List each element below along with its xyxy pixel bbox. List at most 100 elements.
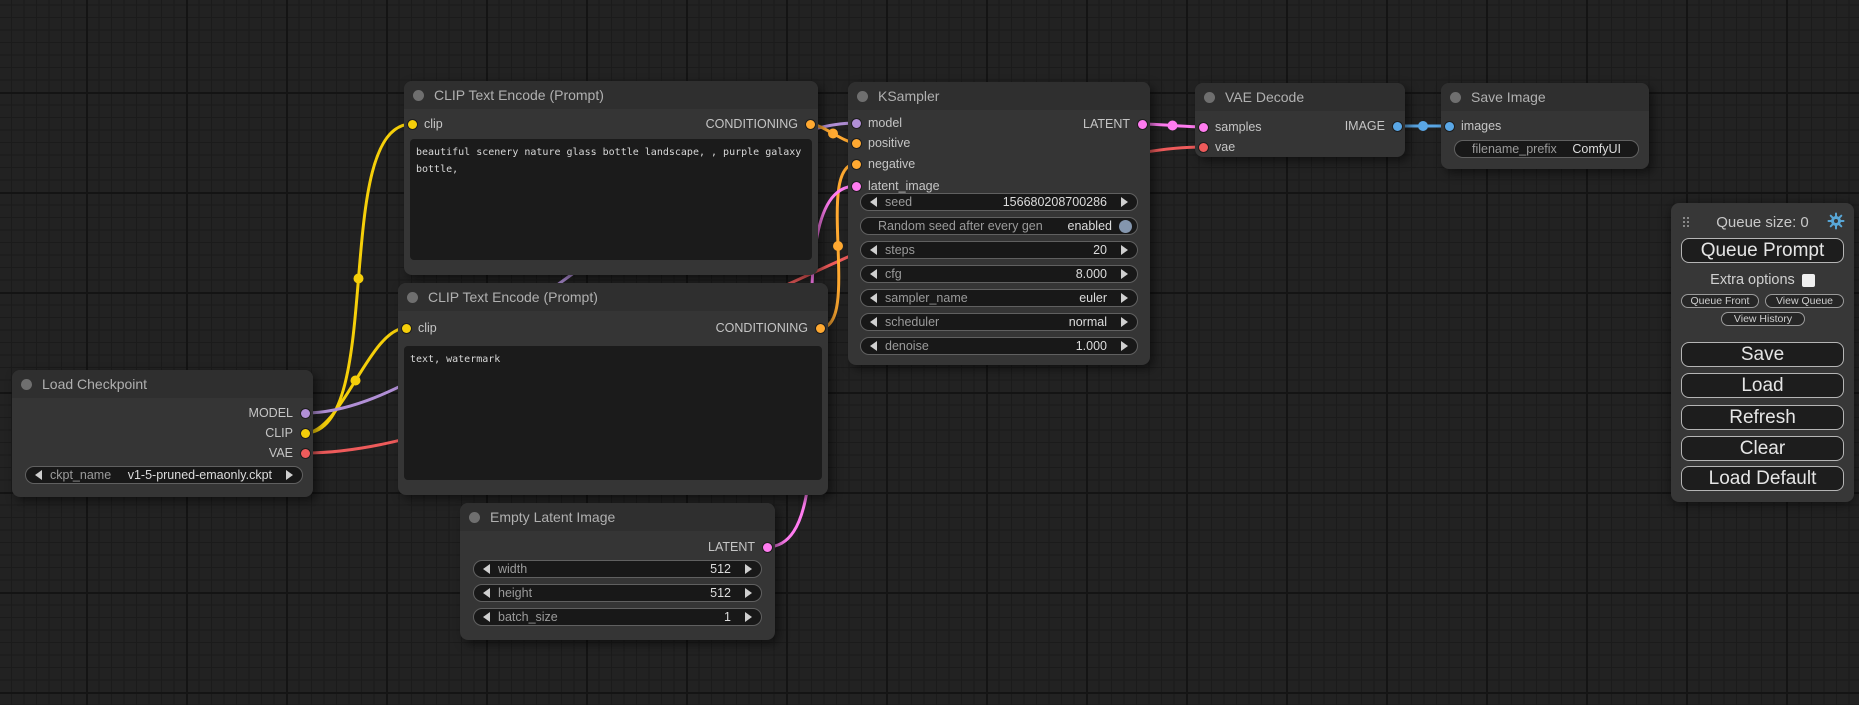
- collapse-dot-icon[interactable]: [857, 91, 868, 102]
- widget-label: height: [498, 586, 532, 600]
- output-slot-image[interactable]: [1393, 122, 1402, 131]
- collapse-dot-icon[interactable]: [21, 379, 32, 390]
- widget-scheduler[interactable]: scheduler normal: [860, 313, 1138, 331]
- decrement-arrow-icon[interactable]: [870, 293, 877, 303]
- link-midpoint-dot: [351, 376, 361, 386]
- widget-ckpt-name[interactable]: ckpt_name v1-5-pruned-emaonly.ckpt: [25, 466, 303, 484]
- output-slot-conditioning[interactable]: [816, 324, 825, 333]
- widget-batch-size[interactable]: batch_size 1: [473, 608, 762, 626]
- node-titlebar[interactable]: CLIP Text Encode (Prompt): [398, 283, 828, 311]
- output-slot-vae[interactable]: [301, 449, 310, 458]
- collapse-dot-icon[interactable]: [1450, 92, 1461, 103]
- node-clip-text-encode-1[interactable]: CLIP Text Encode (Prompt) clip CONDITION…: [404, 81, 818, 275]
- increment-arrow-icon[interactable]: [1121, 317, 1128, 327]
- input-slot-clip[interactable]: [408, 120, 417, 129]
- input-slot-negative[interactable]: [852, 160, 861, 169]
- increment-arrow-icon[interactable]: [1121, 245, 1128, 255]
- output-slot-latent[interactable]: [1138, 120, 1147, 129]
- increment-arrow-icon[interactable]: [1121, 197, 1128, 207]
- increment-arrow-icon[interactable]: [745, 564, 752, 574]
- graph-canvas[interactable]: Load Checkpoint MODEL CLIP VAE ckpt_name…: [0, 0, 1859, 705]
- output-label-conditioning: CONDITIONING: [716, 321, 808, 335]
- decrement-arrow-icon[interactable]: [35, 470, 42, 480]
- gear-icon[interactable]: [1827, 212, 1845, 230]
- widget-label: seed: [885, 195, 912, 209]
- collapse-dot-icon[interactable]: [407, 292, 418, 303]
- extra-options-checkbox[interactable]: [1802, 274, 1815, 287]
- input-label-latent-image: latent_image: [868, 179, 940, 193]
- widget-denoise[interactable]: denoise 1.000: [860, 337, 1138, 355]
- input-slot-images[interactable]: [1445, 122, 1454, 131]
- decrement-arrow-icon[interactable]: [483, 588, 490, 598]
- output-slot-model[interactable]: [301, 409, 310, 418]
- load-default-button[interactable]: Load Default: [1681, 466, 1844, 491]
- view-history-button[interactable]: View History: [1721, 312, 1805, 326]
- widget-cfg[interactable]: cfg 8.000: [860, 265, 1138, 283]
- decrement-arrow-icon[interactable]: [870, 317, 877, 327]
- increment-arrow-icon[interactable]: [745, 612, 752, 622]
- save-button[interactable]: Save: [1681, 342, 1844, 367]
- input-label-vae: vae: [1215, 140, 1235, 154]
- node-titlebar[interactable]: CLIP Text Encode (Prompt): [404, 81, 818, 109]
- queue-front-button[interactable]: Queue Front: [1681, 294, 1759, 308]
- widget-steps[interactable]: steps 20: [860, 241, 1138, 259]
- collapse-dot-icon[interactable]: [1204, 92, 1215, 103]
- node-empty-latent-image[interactable]: Empty Latent Image LATENT width 512 heig…: [460, 503, 775, 640]
- widget-sampler-name[interactable]: sampler_name euler: [860, 289, 1138, 307]
- prompt-textarea[interactable]: beautiful scenery nature glass bottle la…: [410, 139, 812, 260]
- node-save-image[interactable]: Save Image images filename_prefix ComfyU…: [1441, 83, 1649, 169]
- increment-arrow-icon[interactable]: [286, 470, 293, 480]
- increment-arrow-icon[interactable]: [1121, 269, 1128, 279]
- extra-options-label: Extra options: [1710, 272, 1795, 288]
- increment-arrow-icon[interactable]: [1121, 341, 1128, 351]
- node-titlebar[interactable]: Load Checkpoint: [12, 370, 313, 398]
- widget-label: scheduler: [885, 315, 939, 329]
- input-label-clip: clip: [424, 117, 443, 131]
- widget-label: batch_size: [498, 610, 558, 624]
- prompt-textarea[interactable]: text, watermark: [404, 346, 822, 480]
- view-queue-button[interactable]: View Queue: [1765, 294, 1844, 308]
- input-slot-latent-image[interactable]: [852, 182, 861, 191]
- node-titlebar[interactable]: Empty Latent Image: [460, 503, 775, 531]
- output-label-clip: CLIP: [265, 426, 293, 440]
- load-button[interactable]: Load: [1681, 373, 1844, 398]
- toggle-dot-icon[interactable]: [1119, 220, 1132, 233]
- increment-arrow-icon[interactable]: [745, 588, 752, 598]
- decrement-arrow-icon[interactable]: [870, 341, 877, 351]
- node-titlebar[interactable]: VAE Decode: [1195, 83, 1405, 111]
- queue-prompt-button[interactable]: Queue Prompt: [1681, 238, 1844, 263]
- node-titlebar[interactable]: Save Image: [1441, 83, 1649, 111]
- link-midpoint-dot: [354, 274, 364, 284]
- input-slot-model[interactable]: [852, 119, 861, 128]
- node-vae-decode[interactable]: VAE Decode samples IMAGE vae: [1195, 83, 1405, 157]
- input-slot-vae[interactable]: [1199, 143, 1208, 152]
- widget-height[interactable]: height 512: [473, 584, 762, 602]
- decrement-arrow-icon[interactable]: [870, 197, 877, 207]
- widget-width[interactable]: width 512: [473, 560, 762, 578]
- input-slot-positive[interactable]: [852, 139, 861, 148]
- widget-seed[interactable]: seed 156680208700286: [860, 193, 1138, 211]
- node-titlebar[interactable]: KSampler: [848, 82, 1150, 110]
- node-ksampler[interactable]: KSampler model LATENT positive negative …: [848, 82, 1150, 365]
- decrement-arrow-icon[interactable]: [870, 269, 877, 279]
- collapse-dot-icon[interactable]: [469, 512, 480, 523]
- node-clip-text-encode-2[interactable]: CLIP Text Encode (Prompt) clip CONDITION…: [398, 283, 828, 495]
- node-load-checkpoint[interactable]: Load Checkpoint MODEL CLIP VAE ckpt_name…: [12, 370, 313, 497]
- input-slot-clip[interactable]: [402, 324, 411, 333]
- widget-value: 156680208700286: [1003, 195, 1107, 209]
- node-title: CLIP Text Encode (Prompt): [434, 87, 604, 103]
- output-slot-clip[interactable]: [301, 429, 310, 438]
- output-slot-conditioning[interactable]: [806, 120, 815, 129]
- node-title: KSampler: [878, 88, 939, 104]
- refresh-button[interactable]: Refresh: [1681, 405, 1844, 430]
- widget-filename-prefix[interactable]: filename_prefix ComfyUI: [1454, 140, 1639, 158]
- collapse-dot-icon[interactable]: [413, 90, 424, 101]
- decrement-arrow-icon[interactable]: [483, 612, 490, 622]
- decrement-arrow-icon[interactable]: [870, 245, 877, 255]
- widget-random-seed-toggle[interactable]: Random seed after every gen enabled: [860, 217, 1138, 235]
- input-slot-samples[interactable]: [1199, 123, 1208, 132]
- decrement-arrow-icon[interactable]: [483, 564, 490, 574]
- output-slot-latent[interactable]: [763, 543, 772, 552]
- increment-arrow-icon[interactable]: [1121, 293, 1128, 303]
- clear-button[interactable]: Clear: [1681, 436, 1844, 461]
